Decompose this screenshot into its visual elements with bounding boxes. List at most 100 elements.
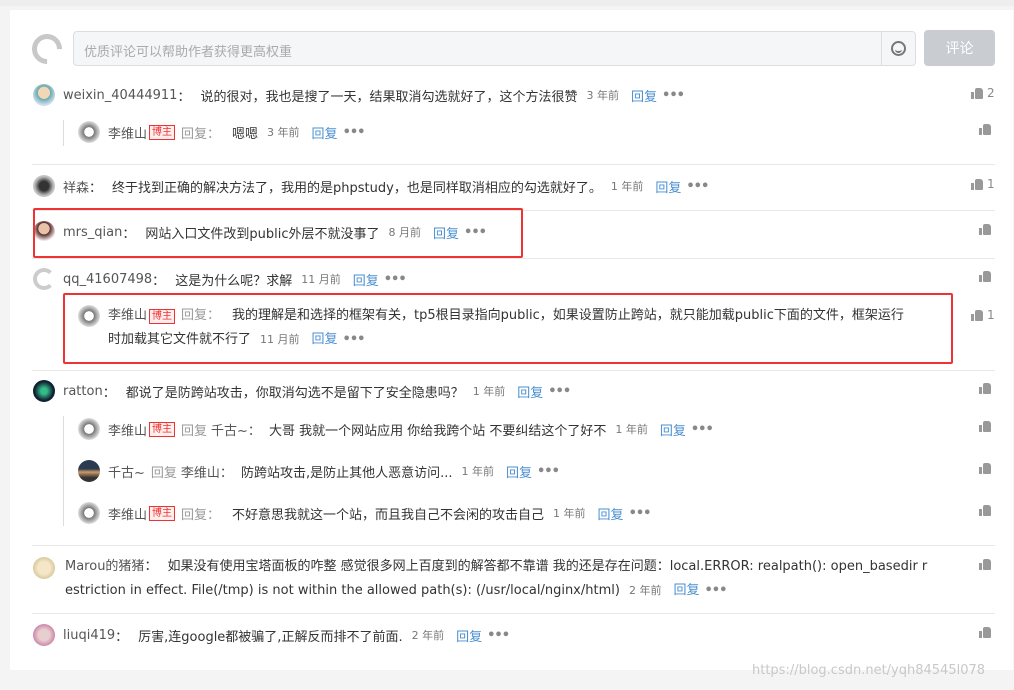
divider [32,258,995,259]
more-icon[interactable]: ••• [662,88,685,103]
comment-item: 祥森： 终于找到正确的解决方法了，我用的是phpstudy，也是同样取消相应的勾… [33,175,709,197]
reply-button[interactable]: 回复 [598,504,624,523]
reply-label: 回复 [181,423,208,439]
thumbs-up-icon [979,463,991,474]
thumbs-up-icon [971,178,983,190]
like-button[interactable]: 1 [971,308,995,322]
like-button[interactable] [979,271,991,282]
comment-placeholder: 优质评论可以帮助作者获得更高权重 [84,45,293,60]
like-button[interactable] [979,463,991,474]
reply-time: 1 年前 [461,465,494,478]
reply-text: 不好意思我就这一个站，而且我自己不会闲的攻击自己 [232,507,545,523]
like-button[interactable] [979,627,991,638]
avatar[interactable] [33,175,55,197]
emoji-button[interactable] [881,32,915,65]
reply-button[interactable]: 回复 [353,270,379,289]
avatar[interactable] [33,84,55,106]
submit-comment-button[interactable]: 评论 [924,30,995,66]
reply-button[interactable]: 回复 [655,177,681,196]
more-icon[interactable]: ••• [691,422,714,437]
more-icon[interactable]: ••• [384,272,407,287]
reply-author[interactable]: 李维山 [108,504,147,523]
thumbs-up-icon [971,87,983,99]
comment-item: qq_41607498： 这是为什么呢？求解 11 月前 回复 ••• [33,268,407,290]
comment-text: 厉害,连google都被骗了,正解反而排不了前面. [138,629,403,645]
reply-button[interactable]: 回复 [517,382,543,401]
comment-item: ratton： 都说了是防跨站攻击，你取消勾选不是留下了安全隐患吗？ 1 年前 … [33,380,571,402]
reply-label: 回复 [150,465,177,481]
more-icon[interactable]: ••• [686,179,709,194]
like-button[interactable] [979,559,991,570]
reply-time: 3 年前 [267,126,300,139]
like-button[interactable] [979,124,991,135]
avatar[interactable] [78,502,100,524]
divider [32,370,995,371]
reply-button[interactable]: 回复 [506,462,532,481]
avatar[interactable] [78,418,100,440]
reply-item: 千古~ 回复 李维山： 防跨站攻击,是防止其他人恶意访问... 1 年前 回复 … [78,460,560,482]
like-button[interactable]: 2 [971,86,995,100]
comment-item: liuqi419： 厉害,连google都被骗了,正解反而排不了前面. 2 年前… [33,624,510,646]
comment-time: 11 月前 [301,273,341,286]
author-badge: 博主 [149,421,176,437]
like-button[interactable]: 1 [971,177,995,191]
comment-author[interactable]: ratton [63,384,103,399]
reply-label: 回复： [181,126,221,142]
avatar[interactable] [33,380,55,402]
more-icon[interactable]: ••• [343,125,366,140]
reply-button[interactable]: 回复 [312,123,338,142]
comment-input[interactable]: 优质评论可以帮助作者获得更高权重 [73,31,916,66]
reply-button[interactable]: 回复 [631,86,657,105]
avatar[interactable] [33,268,55,290]
comment-item: Marou的猪猪： 如果没有使用宝塔面板的咋整 感觉很多网上百度到的解答都不靠谱 … [65,559,928,598]
top-bar [0,0,1014,6]
more-icon[interactable]: ••• [629,506,652,521]
thumbs-up-icon [979,224,991,235]
comment-author[interactable]: qq_41607498 [63,272,152,287]
divider [32,164,995,165]
comment-text: 说的很对，我也是搜了一天，结果取消勾选就好了，这个方法很赞 [200,89,578,105]
reply-target[interactable]: 李维山： [181,462,233,481]
author-badge: 博主 [149,124,176,140]
divider [32,545,995,546]
like-button[interactable] [979,421,991,432]
reply-text: 大哥 我就一个网站应用 你给我跨个站 不要纠结这个了好不 [268,423,607,439]
more-icon[interactable]: ••• [704,583,727,598]
reply-button[interactable]: 回复 [673,583,699,598]
reply-button[interactable]: 回复 [660,420,686,439]
like-button[interactable] [979,505,991,516]
like-button[interactable] [979,224,991,235]
reply-text: 防跨站攻击,是防止其他人恶意访问... [240,465,453,481]
avatar[interactable] [78,121,100,143]
comment-author[interactable]: 祥森 [63,177,89,196]
more-icon[interactable]: ••• [487,628,510,643]
thumbs-up-icon [979,124,991,135]
reply-label: 回复： [181,507,221,523]
thumbs-up-icon [979,627,991,638]
thumbs-up-icon [979,559,991,570]
reply-item: 李维山 博主 回复 千古~： 大哥 我就一个网站应用 你给我跨个站 不要纠结这个了… [78,418,714,440]
comment-time: 2 年前 [628,584,662,597]
comment-author[interactable]: Marou的猪猪 [65,559,144,574]
avatar[interactable] [78,460,100,482]
reply-author[interactable]: 李维山 [108,123,147,142]
comment-author[interactable]: liuqi419 [63,628,115,643]
reply-time: 1 年前 [615,423,648,436]
more-icon[interactable]: ••• [537,464,560,479]
reply-target[interactable]: 千古~： [211,420,261,439]
watermark: https://blog.csdn.net/yqh84545l078 [752,663,986,678]
reply-button[interactable]: 回复 [456,626,482,645]
reply-author[interactable]: 李维山 [108,420,147,439]
avatar[interactable] [33,624,55,646]
highlight-box [33,208,523,258]
reply-author[interactable]: 千古~ [108,462,145,481]
comment-text-cont: estriction in effect. File(/tmp) is not … [65,583,620,598]
comment-author[interactable]: weixin_40444911 [63,88,177,103]
comment-time: 3 年前 [586,89,620,102]
author-badge: 博主 [149,505,176,521]
reply-text: 嗯嗯 [232,126,259,142]
reply-time: 1 年前 [553,507,586,520]
avatar[interactable] [33,557,63,579]
more-icon[interactable]: ••• [548,384,571,399]
like-button[interactable] [979,383,991,394]
